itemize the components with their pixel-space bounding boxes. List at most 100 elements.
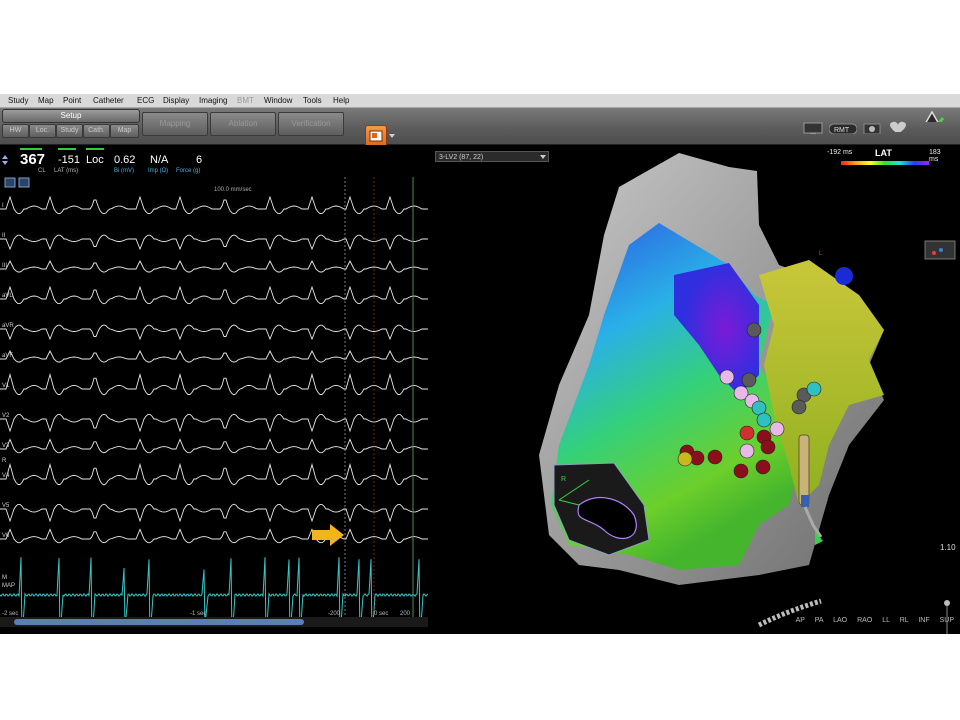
zoom-fit-icon[interactable]	[4, 177, 16, 188]
blue-tag-point[interactable]	[835, 267, 853, 285]
lead-label-v6: V6	[2, 533, 10, 539]
chevron-down-icon	[540, 155, 546, 159]
channel-label-0: R	[2, 458, 7, 464]
ablation-point[interactable]	[739, 425, 755, 441]
ablation-point[interactable]	[806, 381, 822, 397]
view-rl-button[interactable]: RL	[900, 617, 909, 624]
ecg-scrollbar[interactable]	[0, 617, 428, 627]
cl-indicator	[20, 148, 42, 150]
lat-max: 183 ms	[929, 149, 941, 163]
carto-application: Study Map Point Catheter ECG Display Ima…	[0, 94, 960, 634]
study-tab[interactable]: Study	[56, 124, 83, 138]
lat-min: -192 ms	[827, 149, 853, 156]
menu-catheter[interactable]: Catheter	[93, 96, 124, 105]
loc-indicator	[86, 148, 104, 150]
snapshot-button[interactable]	[365, 125, 387, 147]
cl-value: 367	[20, 151, 46, 168]
lat-color-bar	[841, 161, 929, 165]
ablation-point[interactable]	[760, 439, 776, 455]
menu-tools[interactable]: Tools	[303, 96, 322, 105]
imp-label: Imp (Ω)	[148, 168, 169, 174]
ablation-point[interactable]	[677, 451, 693, 467]
ablation-point[interactable]	[791, 399, 807, 415]
ablation-point[interactable]	[769, 421, 785, 437]
menu-display[interactable]: Display	[163, 96, 189, 105]
cl-label: CL	[38, 168, 46, 174]
lat-map-3d[interactable]: R L	[429, 145, 960, 634]
lat-label: LAT (ms)	[54, 168, 79, 174]
monitor-icon[interactable]	[803, 122, 823, 134]
ablation-point[interactable]	[707, 449, 723, 465]
lead-label-avl: aVL	[2, 293, 13, 299]
lead-label-v1: V1	[2, 383, 10, 389]
map-tab[interactable]: Map	[110, 124, 139, 138]
cath-tab[interactable]: Cath.	[83, 124, 110, 138]
loc-tab[interactable]: Loc.	[29, 124, 56, 138]
ablation-point[interactable]	[739, 443, 755, 459]
map-panel: R L 3-LV2 (87, 22) -192 ms LAT 183 ms 1.…	[429, 145, 960, 634]
rmt-icon[interactable]: RMT	[829, 122, 857, 134]
ablation-point[interactable]	[733, 463, 749, 479]
force-label: Force (g)	[176, 168, 201, 174]
view-rao-button[interactable]: RAO	[857, 617, 872, 624]
ablation-tab[interactable]: Ablation	[210, 112, 276, 136]
svg-text:RMT: RMT	[834, 127, 850, 134]
verification-tab[interactable]: Verification	[278, 112, 344, 136]
view-pa-button[interactable]: PA	[815, 617, 823, 624]
force-value: 6	[196, 154, 203, 166]
bi-value: 0.62	[114, 154, 136, 166]
map-selector-value: 3-LV2 (87, 22)	[439, 154, 484, 161]
record-icon[interactable]	[863, 122, 881, 134]
ablation-point[interactable]	[741, 372, 757, 388]
lead-label-iii: III	[2, 263, 7, 269]
ablation-point[interactable]	[756, 412, 772, 428]
menu-bar: Study Map Point Catheter ECG Display Ima…	[0, 94, 960, 108]
lead-label-avr: aVR	[2, 323, 14, 329]
menu-ecg[interactable]: ECG	[137, 96, 154, 105]
menu-window[interactable]: Window	[264, 96, 292, 105]
menu-point[interactable]: Point	[63, 96, 81, 105]
map-selector[interactable]: 3-LV2 (87, 22)	[435, 151, 549, 162]
view-lao-button[interactable]: LAO	[833, 617, 847, 624]
hw-tab[interactable]: HW	[2, 124, 29, 138]
mapping-tab[interactable]: Mapping	[142, 112, 208, 136]
setup-tab[interactable]: Setup	[2, 109, 140, 123]
ablation-point[interactable]	[746, 322, 762, 338]
menu-map[interactable]: Map	[38, 96, 54, 105]
updown-arrows-icon[interactable]	[2, 155, 8, 165]
channel-label-1: M	[2, 575, 7, 581]
channel-label-2: MAP	[2, 583, 15, 589]
sweep-speed-label: 100.0 mm/sec	[214, 187, 252, 193]
view-sup-button[interactable]: SUP	[940, 617, 954, 624]
toolbar: Setup HW Loc. Study Cath. Map Mapping Ab…	[0, 108, 960, 147]
imp-value: N/A	[150, 154, 169, 166]
chevron-down-icon[interactable]	[389, 133, 395, 145]
menu-imaging[interactable]: Imaging	[199, 96, 227, 105]
lat-color-legend: -192 ms LAT 183 ms	[827, 148, 949, 169]
vitals-bar: 367 CL -151 LAT (ms) Loc 0.62 Bi (mV) N/…	[0, 145, 428, 176]
view-ap-button[interactable]: AP	[796, 617, 805, 624]
lead-label-ii: II	[2, 233, 6, 239]
lead-label-v2: V2	[2, 413, 10, 419]
view-ll-button[interactable]: LL	[882, 617, 890, 624]
ecg-scroll-thumb[interactable]	[14, 619, 304, 625]
ecg-panel: 367 CL -151 LAT (ms) Loc 0.62 Bi (mV) N/…	[0, 145, 428, 634]
tag-label: L	[819, 251, 823, 257]
view-inf-button[interactable]: INF	[918, 617, 929, 624]
bi-label: Bi (mV)	[114, 168, 134, 174]
lat-indicator	[58, 148, 76, 150]
menu-study[interactable]: Study	[8, 96, 28, 105]
zoom-slider-top[interactable]	[944, 600, 950, 606]
catheter-label: R	[561, 476, 566, 483]
menu-help[interactable]: Help	[333, 96, 349, 105]
view-buttons: AP PA LAO RAO LL RL INF SUP	[788, 617, 954, 624]
ablation-point[interactable]	[755, 459, 771, 475]
lead-label-avf: aVF	[2, 353, 13, 359]
lat-title: LAT	[875, 148, 892, 158]
lead-label-v4: V4	[2, 473, 10, 479]
ablation-point[interactable]	[719, 369, 735, 385]
zoom-value: 1.10	[940, 543, 956, 552]
loc-value: Loc	[86, 154, 104, 166]
heart-icon[interactable]	[887, 120, 909, 132]
layout-icon[interactable]	[18, 177, 30, 188]
